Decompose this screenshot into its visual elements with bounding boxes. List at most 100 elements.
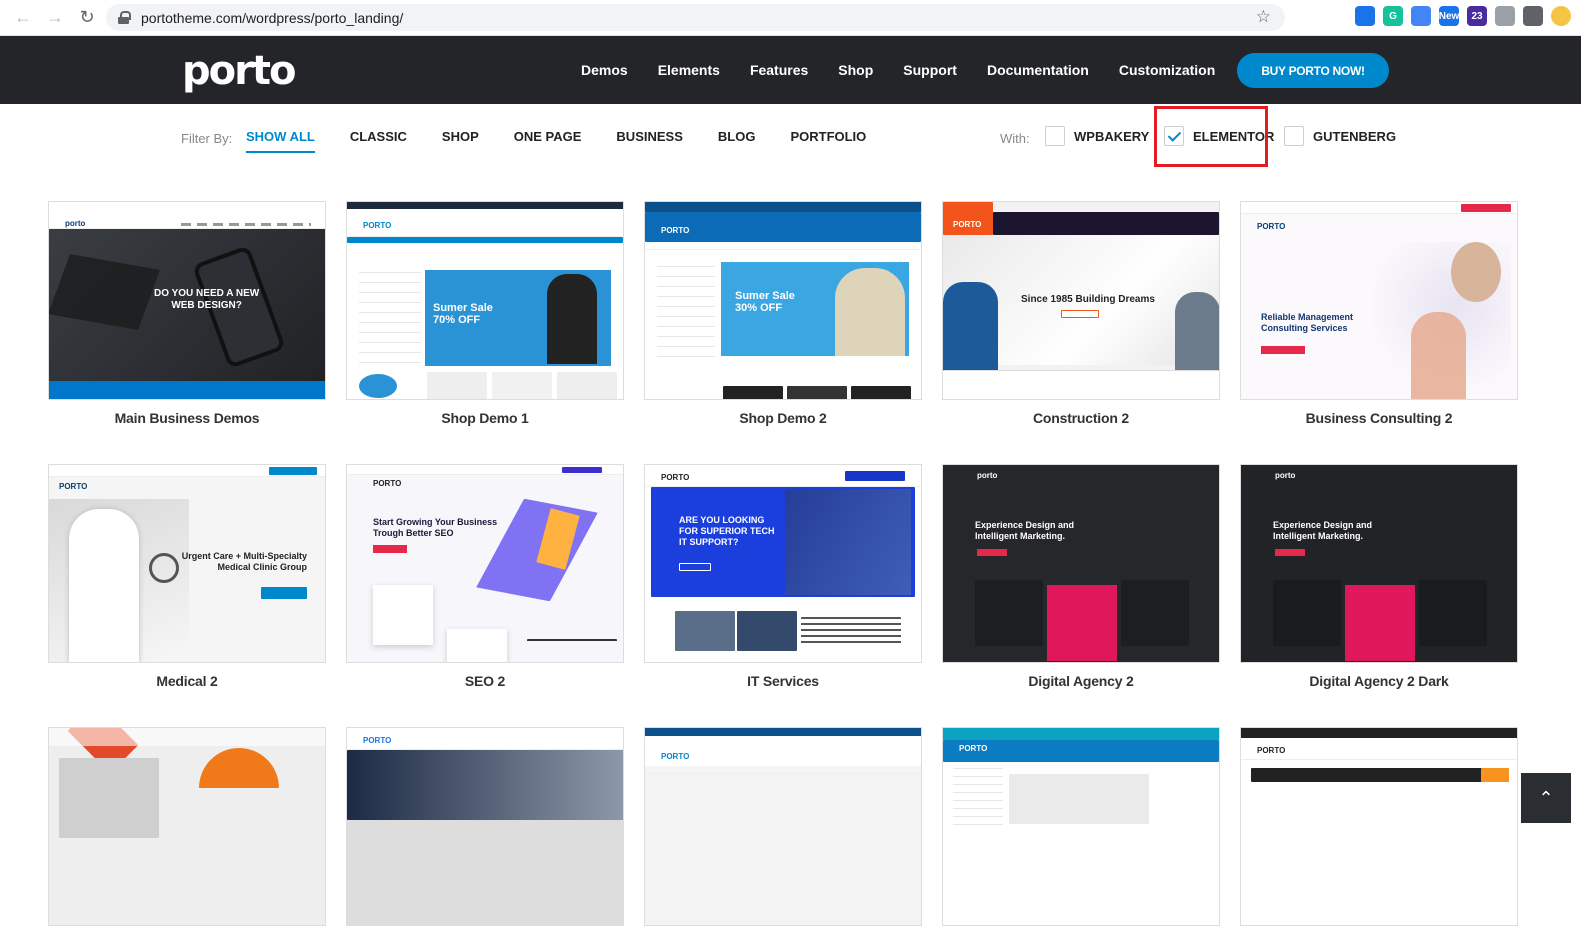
mini-logo: PORTO <box>661 473 689 482</box>
bookmark-star-icon[interactable]: ☆ <box>1256 7 1271 27</box>
demo-card-seo-2[interactable]: PORTO Start Growing Your Business Trough… <box>346 464 624 689</box>
demo-thumbnail[interactable]: porto DO YOU NEED A NEW WEB DESIGN? <box>48 201 326 400</box>
filter-tab-shop[interactable]: SHOP <box>442 129 479 153</box>
filter-tab-show-all[interactable]: SHOW ALL <box>246 129 315 153</box>
filter-tab-one-page[interactable]: ONE PAGE <box>514 129 582 153</box>
demo-title[interactable]: Shop Demo 1 <box>346 410 624 426</box>
demo-title[interactable]: SEO 2 <box>346 673 624 689</box>
hero-heading: Sumer Sale 70% OFF <box>433 302 493 326</box>
demo-card-business-consulting-2[interactable]: PORTO Reliable Management Consulting Ser… <box>1240 201 1518 426</box>
hero-heading: ARE YOU LOOKING FOR SUPERIOR TECH IT SUP… <box>679 515 775 547</box>
demo-title[interactable]: Construction 2 <box>942 410 1220 426</box>
demo-thumbnail[interactable]: porto Experience Design and Intelligent … <box>942 464 1220 663</box>
demo-thumbnail[interactable] <box>48 727 326 926</box>
demo-card-digital-agency-2[interactable]: porto Experience Design and Intelligent … <box>942 464 1220 689</box>
hero-heading: Urgent Care + Multi-Specialty Medical Cl… <box>167 551 307 573</box>
demo-card-shop-2[interactable]: PORTO Sumer Sale 30% OFF Shop Demo 2 <box>644 201 922 426</box>
elementor-highlight-box <box>1154 106 1268 167</box>
hero-heading: Experience Design and Intelligent Market… <box>1273 520 1372 542</box>
demo-thumbnail[interactable]: PORTO Since 1985 Building Dreams <box>942 201 1220 400</box>
builder-label: WPBAKERY <box>1074 129 1149 144</box>
filter-tab-classic[interactable]: CLASSIC <box>350 129 407 153</box>
demo-thumbnail[interactable]: PORTO Sumer Sale 70% OFF <box>346 201 624 400</box>
nav-documentation[interactable]: Documentation <box>987 62 1089 78</box>
demo-card-partial-1[interactable] <box>48 727 326 926</box>
browser-toolbar: ← → ↻ portotheme.com/wordpress/porto_lan… <box>0 0 1581 36</box>
demo-thumbnail[interactable]: porto Experience Design and Intelligent … <box>1240 464 1518 663</box>
demo-title[interactable]: IT Services <box>644 673 922 689</box>
filter-by-label: Filter By: <box>181 131 232 146</box>
demo-card-it-services[interactable]: PORTO ARE YOU LOOKING FOR SUPERIOR TECH … <box>644 464 922 689</box>
site-header: porto Demos Elements Features Shop Support Do… <box>0 36 1581 104</box>
demo-thumbnail[interactable]: PORTO <box>346 727 624 926</box>
checkbox-icon[interactable] <box>1284 126 1304 146</box>
demo-card-partial-3[interactable]: PORTO <box>644 727 922 926</box>
builder-option-wpbakery[interactable]: WPBAKERY <box>1045 126 1149 146</box>
main-navigation: Demos Elements Features Shop Support Document… <box>566 36 1230 104</box>
scroll-to-top-button[interactable]: ⌃ <box>1521 773 1571 823</box>
puzzle-icon[interactable] <box>1523 6 1543 26</box>
nav-shop[interactable]: Shop <box>838 62 873 78</box>
demo-card-medical-2[interactable]: PORTO Urgent Care + Multi-Specialty Medi… <box>48 464 326 689</box>
filter-tab-business[interactable]: BUSINESS <box>616 129 682 153</box>
demo-title[interactable]: Business Consulting 2 <box>1240 410 1518 426</box>
demo-card-shop-1[interactable]: PORTO Sumer Sale 70% OFF Shop Demo 1 <box>346 201 624 426</box>
mini-logo: PORTO <box>373 479 401 488</box>
demo-thumbnail[interactable]: PORTO ARE YOU LOOKING FOR SUPERIOR TECH … <box>644 464 922 663</box>
mortarboard-icon[interactable]: 23 <box>1467 6 1487 26</box>
filter-tab-portfolio[interactable]: PORTFOLIO <box>790 129 866 153</box>
demo-card-partial-4[interactable]: PORTO <box>942 727 1220 926</box>
translate-icon[interactable] <box>1411 6 1431 26</box>
demo-thumbnail[interactable]: PORTO Sumer Sale 30% OFF <box>644 201 922 400</box>
demo-title[interactable]: Digital Agency 2 <box>942 673 1220 689</box>
extensions-area: G New 23 <box>1355 6 1571 26</box>
new-badge-icon[interactable]: New <box>1439 6 1459 26</box>
back-arrow-icon[interactable]: ← <box>10 5 36 31</box>
mini-logo: porto <box>977 471 997 480</box>
globe-icon[interactable] <box>1495 6 1515 26</box>
lock-icon <box>118 11 129 24</box>
mini-logo: PORTO <box>1257 746 1285 755</box>
reload-icon[interactable]: ↻ <box>74 5 100 31</box>
demo-card-digital-agency-2-dark[interactable]: porto Experience Design and Intelligent … <box>1240 464 1518 689</box>
checkbox-icon[interactable] <box>1045 126 1065 146</box>
demo-card-construction-2[interactable]: PORTO Since 1985 Building Dreams Constru… <box>942 201 1220 426</box>
nav-elements[interactable]: Elements <box>658 62 720 78</box>
mini-logo: PORTO <box>59 482 87 491</box>
buy-porto-button[interactable]: BUY PORTO NOW! <box>1237 53 1389 88</box>
mini-logo: PORTO <box>363 221 391 230</box>
share-icon[interactable] <box>1355 6 1375 26</box>
demo-thumbnail[interactable]: PORTO <box>644 727 922 926</box>
builder-label: GUTENBERG <box>1313 129 1396 144</box>
mini-logo: PORTO <box>661 226 689 235</box>
nav-demos[interactable]: Demos <box>581 62 628 78</box>
demo-title[interactable]: Main Business Demos <box>48 410 326 426</box>
hero-heading: DO YOU NEED A NEW WEB DESIGN? <box>154 288 259 312</box>
demo-thumbnail[interactable]: PORTO <box>1240 727 1518 926</box>
grammarly-icon[interactable]: G <box>1383 6 1403 26</box>
url-text: portotheme.com/wordpress/porto_landing/ <box>141 10 403 26</box>
demo-thumbnail[interactable]: PORTO Start Growing Your Business Trough… <box>346 464 624 663</box>
builder-option-gutenberg[interactable]: GUTENBERG <box>1284 126 1396 146</box>
demo-card-partial-2[interactable]: PORTO <box>346 727 624 926</box>
forward-arrow-icon[interactable]: → <box>42 5 68 31</box>
demo-title[interactable]: Digital Agency 2 Dark <box>1240 673 1518 689</box>
porto-logo[interactable]: porto <box>182 48 294 94</box>
hero-heading: Sumer Sale 30% OFF <box>735 290 795 314</box>
nav-support[interactable]: Support <box>903 62 957 78</box>
filter-tab-blog[interactable]: BLOG <box>718 129 756 153</box>
demo-thumbnail[interactable]: PORTO Urgent Care + Multi-Specialty Medi… <box>48 464 326 663</box>
demo-card-partial-5[interactable]: PORTO <box>1240 727 1518 926</box>
mini-logo: porto <box>65 219 85 228</box>
address-bar[interactable]: portotheme.com/wordpress/porto_landing/ … <box>106 4 1285 31</box>
demo-thumbnail[interactable]: PORTO Reliable Management Consulting Ser… <box>1240 201 1518 400</box>
demo-thumbnail[interactable]: PORTO <box>942 727 1220 926</box>
nav-customization[interactable]: Customization <box>1119 62 1215 78</box>
demo-card-main-business[interactable]: porto DO YOU NEED A NEW WEB DESIGN? Main… <box>48 201 326 426</box>
filter-bar: Filter By: SHOW ALL CLASSIC SHOP ONE PAGE BU… <box>0 104 1581 174</box>
demo-title[interactable]: Shop Demo 2 <box>644 410 922 426</box>
profile-avatar-icon[interactable] <box>1551 6 1571 26</box>
demo-title[interactable]: Medical 2 <box>48 673 326 689</box>
nav-features[interactable]: Features <box>750 62 808 78</box>
mini-logo: porto <box>1275 471 1295 480</box>
